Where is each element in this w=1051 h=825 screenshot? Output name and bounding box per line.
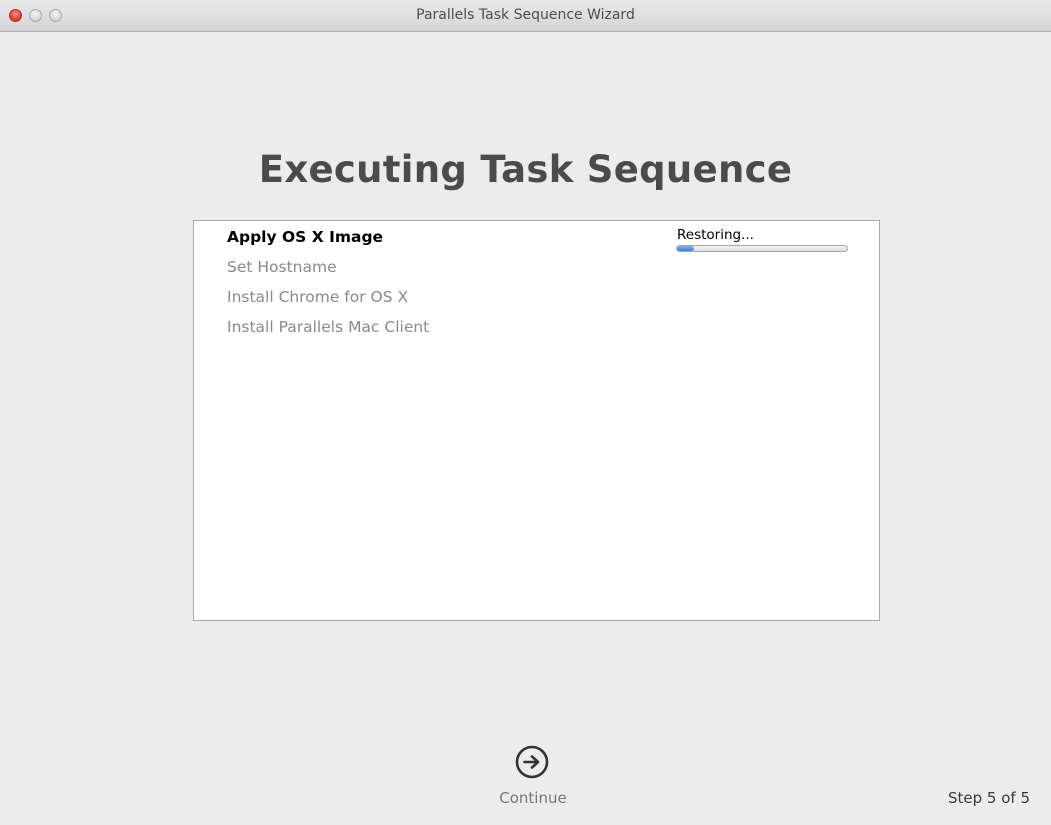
task-list: Apply OS X Image Set Hostname Install Ch… — [227, 227, 429, 347]
wizard-window: Parallels Task Sequence Wizard Executing… — [0, 0, 1051, 825]
task-sequence-panel: Apply OS X Image Set Hostname Install Ch… — [193, 220, 880, 621]
task-item-apply-os-x-image: Apply OS X Image — [227, 228, 384, 246]
window-title: Parallels Task Sequence Wizard — [416, 7, 635, 23]
arrow-right-circle-icon[interactable] — [515, 745, 549, 779]
task-status-text: Restoring... — [677, 227, 754, 243]
task-item-install-chrome: Install Chrome for OS X — [227, 288, 409, 306]
step-indicator: Step 5 of 5 — [947, 789, 1030, 807]
continue-label[interactable]: Continue — [497, 789, 569, 807]
continue-button[interactable]: Continue — [497, 745, 569, 811]
task-progress-bar — [676, 245, 848, 252]
title-bar[interactable]: Parallels Task Sequence Wizard — [0, 0, 1051, 32]
task-item-install-parallels-mac-client: Install Parallels Mac Client — [227, 318, 430, 336]
page-title: Executing Task Sequence — [258, 148, 793, 191]
task-item-set-hostname: Set Hostname — [227, 258, 337, 276]
task-progress-fill — [677, 246, 694, 251]
